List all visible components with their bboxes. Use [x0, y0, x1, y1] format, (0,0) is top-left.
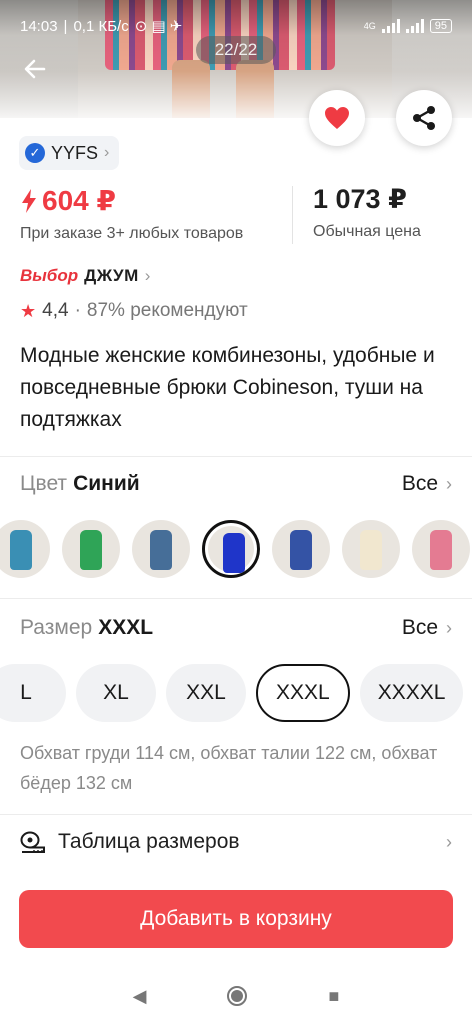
- regular-price-note: Обычная цена: [313, 223, 421, 240]
- size-option-l[interactable]: L: [0, 664, 66, 722]
- promo-price-note: При заказе 3+ любых товаров: [20, 225, 244, 242]
- status-speed: 0,1 КБ/с: [73, 17, 129, 35]
- share-icon: [413, 106, 435, 130]
- heart-icon: [325, 107, 349, 129]
- choice-name: ДЖУМ: [84, 266, 139, 285]
- product-title: Модные женские комбинезоны, удобные и по…: [20, 344, 435, 431]
- favorite-button[interactable]: [309, 90, 365, 146]
- size-options: L XL XXL XXXL XXXXL: [0, 664, 464, 722]
- star-icon: ★: [20, 300, 37, 321]
- swatch-thumbnail: [10, 530, 32, 570]
- recommend-text: 87% рекомендуют: [86, 300, 248, 321]
- size-section-header: Размер XXXL Все ›: [20, 616, 452, 640]
- promo-price: 604 ₽: [42, 185, 116, 216]
- status-time: 14:03: [20, 17, 58, 35]
- size-measurements: Обхват груди 114 см, обхват талии 122 см…: [20, 743, 438, 793]
- divider: [0, 814, 472, 815]
- color-swatch-green[interactable]: [62, 520, 120, 578]
- chevron-right-icon: ›: [104, 144, 110, 161]
- status-app-icons: ⊙ ▤ ✈: [134, 18, 183, 35]
- color-swatch-navy[interactable]: [272, 520, 330, 578]
- rating-score: 4,4: [42, 300, 69, 321]
- image-counter: 22/22: [196, 36, 276, 64]
- network-label: 4G: [363, 21, 376, 31]
- color-swatch-denim[interactable]: [132, 520, 190, 578]
- swatch-thumbnail: [80, 530, 102, 570]
- size-option-xxxl[interactable]: XXXL: [256, 664, 350, 722]
- regular-price: 1 073 ₽: [313, 184, 407, 214]
- swatch-thumbnail: [223, 533, 245, 573]
- size-option-xl[interactable]: XL: [76, 664, 156, 722]
- color-all-label: Все: [401, 472, 438, 495]
- choice-link[interactable]: Выбор ДЖУМ ›: [20, 266, 150, 286]
- signal-icon: [381, 19, 400, 33]
- choice-logo: Выбор: [20, 266, 79, 285]
- swatch-thumbnail: [290, 530, 312, 570]
- rating-separator: ·: [74, 300, 81, 321]
- lightning-icon: [22, 188, 36, 213]
- size-all-button[interactable]: Все ›: [402, 616, 452, 640]
- add-to-cart-button[interactable]: Добавить в корзину: [19, 890, 453, 948]
- back-button[interactable]: [18, 52, 52, 86]
- seller-chip[interactable]: ✓ YYFS ›: [19, 136, 120, 170]
- swatch-thumbnail: [150, 530, 172, 570]
- regular-price-block: 1 073 ₽ Обычная цена: [313, 184, 421, 241]
- rating-row[interactable]: ★ 4,4 · 87% рекомендуют: [20, 300, 248, 322]
- status-bar: 14:03 | 0,1 КБ/с ⊙ ▤ ✈ 4G 95: [0, 0, 472, 40]
- share-button[interactable]: [396, 90, 452, 146]
- system-nav-bar: ◀ ■: [0, 968, 472, 1024]
- chevron-right-icon: ›: [446, 617, 452, 638]
- swatch-thumbnail: [360, 530, 382, 570]
- color-swatch-cream[interactable]: [342, 520, 400, 578]
- chevron-right-icon: ›: [144, 266, 151, 285]
- chevron-right-icon: ›: [446, 831, 452, 852]
- divider: [0, 598, 472, 599]
- size-label: Размер: [20, 616, 93, 639]
- color-section-header: Цвет Синий Все ›: [20, 472, 452, 496]
- verified-icon: ✓: [25, 143, 45, 163]
- color-swatch-teal[interactable]: [0, 520, 50, 578]
- size-table-label: Таблица размеров: [58, 830, 240, 853]
- color-swatch-stripe[interactable]: [412, 520, 470, 578]
- color-label: Цвет: [20, 472, 68, 495]
- nav-home-icon[interactable]: [226, 985, 248, 1007]
- size-value: XXXL: [98, 616, 154, 639]
- measuring-tape-icon: [20, 831, 45, 853]
- battery-icon: 95: [429, 19, 452, 33]
- arrow-left-icon: [24, 59, 46, 79]
- color-all-button[interactable]: Все ›: [402, 472, 452, 496]
- size-option-xxl[interactable]: XXL: [166, 664, 246, 722]
- seller-name: YYFS: [51, 142, 99, 163]
- signal-icon-2: [405, 19, 424, 33]
- divider: [0, 456, 472, 457]
- size-all-label: Все: [401, 616, 438, 639]
- chevron-right-icon: ›: [446, 473, 452, 494]
- color-swatches: [0, 520, 470, 578]
- nav-back-icon[interactable]: ◀: [133, 986, 147, 1007]
- size-table-row[interactable]: Таблица размеров ›: [20, 830, 452, 854]
- promo-price-block: 604 ₽ При заказе 3+ любых товаров: [20, 184, 243, 243]
- color-value: Синий: [73, 472, 140, 495]
- color-swatch-blue[interactable]: [202, 520, 260, 578]
- price-divider: [292, 186, 293, 244]
- nav-recents-icon[interactable]: ■: [328, 986, 339, 1007]
- swatch-thumbnail: [430, 530, 452, 570]
- size-option-xxxxl[interactable]: XXXXL: [359, 664, 464, 722]
